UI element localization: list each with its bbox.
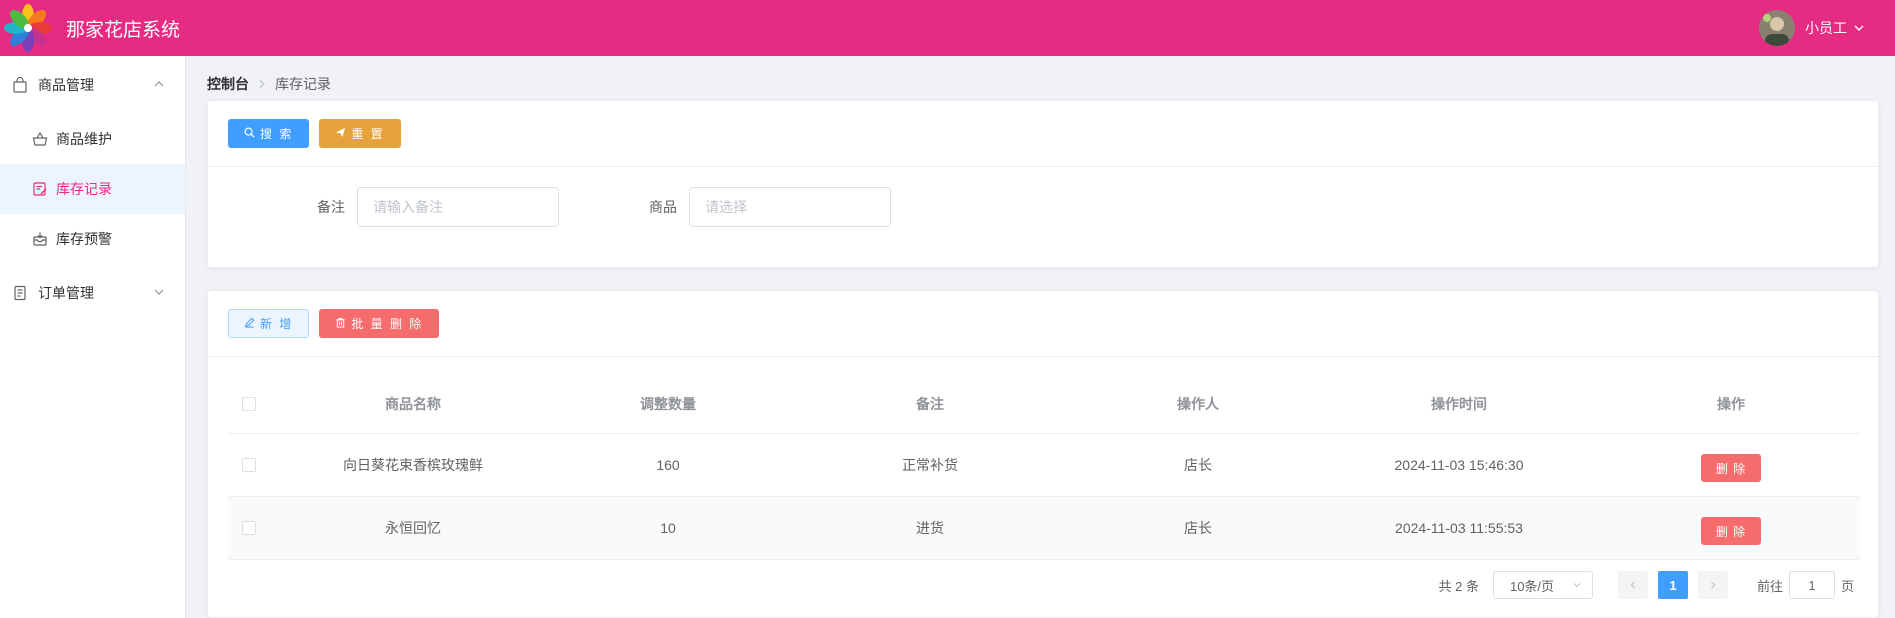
note-filter: 备注	[303, 187, 559, 227]
top-header: 那家花店系统 小员工	[0, 0, 1895, 56]
records-card: 新 增 批 量 删 除 商品名称 调整数量 备注 操作人 操作时间 操作 向日葵…	[207, 290, 1879, 618]
delete-row-button[interactable]: 删 除	[1701, 517, 1761, 545]
user-name: 小员工	[1805, 20, 1847, 36]
records-table: 商品名称 调整数量 备注 操作人 操作时间 操作 向日葵花束香槟玫瑰鲜 160 …	[228, 375, 1860, 560]
add-button-label: 新 增	[260, 317, 294, 331]
column-header: 调整数量	[640, 396, 696, 412]
cell-product-name: 向日葵花束香槟玫瑰鲜	[343, 457, 483, 473]
records-toolbar: 新 增 批 量 删 除	[208, 291, 1878, 357]
sidebar-item-product-maintenance[interactable]: 商品维护	[0, 114, 185, 164]
goto-suffix: 页	[1840, 578, 1854, 594]
row-checkbox-cell	[228, 458, 270, 472]
edit-icon	[244, 317, 255, 331]
search-button-label: 搜 索	[260, 127, 294, 141]
pagination: 共 2 条 10条/页 1 前往 页	[1438, 571, 1854, 599]
table-row: 永恒回忆 10 进货 店长 2024-11-03 11:55:53 删 除	[228, 497, 1860, 560]
select-all-checkbox[interactable]	[242, 397, 256, 411]
chevron-left-icon	[1628, 578, 1638, 593]
basket-icon	[32, 131, 48, 147]
search-toolbar: 搜 索 重 置	[208, 101, 1878, 167]
chevron-down-icon	[1853, 22, 1865, 34]
breadcrumb-current: 库存记录	[275, 76, 331, 92]
sidebar-group-order-management[interactable]: 订单管理	[0, 264, 185, 322]
page-number-button[interactable]: 1	[1657, 571, 1688, 599]
send-icon	[335, 127, 346, 141]
cell-product-name: 永恒回忆	[385, 520, 441, 536]
cell-time: 2024-11-03 11:55:53	[1395, 520, 1523, 536]
sidebar: 商品管理 商品维护 库存记录 库存预警 订单管理	[0, 56, 186, 618]
row-checkbox[interactable]	[242, 521, 256, 535]
inbox-icon	[32, 231, 48, 247]
product-filter: 商品	[635, 187, 891, 227]
column-header: 备注	[916, 396, 944, 412]
note-label: 备注	[317, 199, 345, 215]
sidebar-item-inventory-warning[interactable]: 库存预警	[0, 214, 185, 264]
chevron-down-icon	[153, 286, 165, 298]
row-checkbox-cell	[228, 521, 270, 535]
edit-list-icon	[32, 181, 48, 197]
chevron-right-icon	[1708, 578, 1718, 593]
search-card: 搜 索 重 置 备注 商品	[207, 100, 1879, 268]
column-header: 操作	[1717, 396, 1745, 412]
pinwheel-logo-icon	[0, 0, 56, 56]
cell-time: 2024-11-03 15:46:30	[1394, 457, 1524, 473]
sidebar-item-label: 商品维护	[56, 131, 112, 147]
sidebar-group-label: 商品管理	[38, 77, 94, 93]
cell-actions: 删 除	[1602, 448, 1860, 482]
cell-quantity: 10	[660, 520, 676, 536]
chevron-up-icon	[153, 78, 165, 90]
product-label: 商品	[649, 199, 677, 215]
column-header: 商品名称	[385, 396, 441, 412]
goto-page: 前往 页	[1757, 571, 1854, 599]
search-icon	[244, 127, 255, 141]
sidebar-group-label: 订单管理	[38, 285, 94, 301]
avatar	[1759, 10, 1795, 46]
sidebar-item-label: 库存记录	[56, 181, 112, 197]
sidebar-item-label: 库存预警	[56, 231, 112, 247]
cell-note: 正常补货	[902, 457, 958, 473]
cell-actions: 删 除	[1602, 511, 1860, 545]
page-size-select[interactable]: 10条/页	[1492, 571, 1593, 599]
goto-prefix: 前往	[1756, 578, 1783, 594]
table-header: 商品名称 调整数量 备注 操作人 操作时间 操作	[228, 375, 1860, 434]
breadcrumb-root[interactable]: 控制台	[207, 74, 249, 94]
chevron-right-icon	[257, 79, 267, 89]
sidebar-item-inventory-records[interactable]: 库存记录	[0, 164, 185, 214]
shopping-bag-icon	[12, 77, 28, 93]
document-icon	[12, 285, 28, 301]
delete-row-button[interactable]: 删 除	[1701, 454, 1761, 482]
reset-button[interactable]: 重 置	[319, 119, 401, 148]
app-title: 那家花店系统	[66, 19, 181, 41]
cell-operator: 店长	[1184, 457, 1212, 473]
row-checkbox[interactable]	[242, 458, 256, 472]
column-header: 操作人	[1177, 396, 1219, 412]
cell-note: 进货	[916, 520, 944, 536]
search-button[interactable]: 搜 索	[228, 119, 310, 148]
add-button[interactable]: 新 增	[228, 309, 310, 338]
reset-button-label: 重 置	[351, 127, 385, 141]
product-select[interactable]	[689, 187, 891, 227]
next-page-button[interactable]	[1697, 571, 1728, 599]
prev-page-button[interactable]	[1617, 571, 1648, 599]
sidebar-group-product-management[interactable]: 商品管理	[0, 56, 185, 114]
chevron-down-icon	[1572, 578, 1582, 593]
user-menu[interactable]: 小员工	[1759, 0, 1865, 56]
page-size-value: 10条/页	[1509, 578, 1555, 594]
cell-quantity: 160	[656, 457, 680, 473]
batch-delete-button-label: 批 量 删 除	[351, 317, 424, 331]
column-header: 操作时间	[1431, 396, 1487, 412]
cell-operator: 店长	[1184, 520, 1212, 536]
header-checkbox-cell	[228, 397, 270, 411]
table-row: 向日葵花束香槟玫瑰鲜 160 正常补货 店长 2024-11-03 15:46:…	[228, 434, 1860, 497]
note-input[interactable]	[357, 187, 559, 227]
breadcrumb: 控制台 库存记录	[207, 74, 331, 94]
pagination-total: 共 2 条	[1438, 578, 1479, 594]
batch-delete-button[interactable]: 批 量 删 除	[319, 309, 440, 338]
trash-icon	[335, 317, 346, 331]
goto-page-input[interactable]	[1788, 571, 1835, 599]
